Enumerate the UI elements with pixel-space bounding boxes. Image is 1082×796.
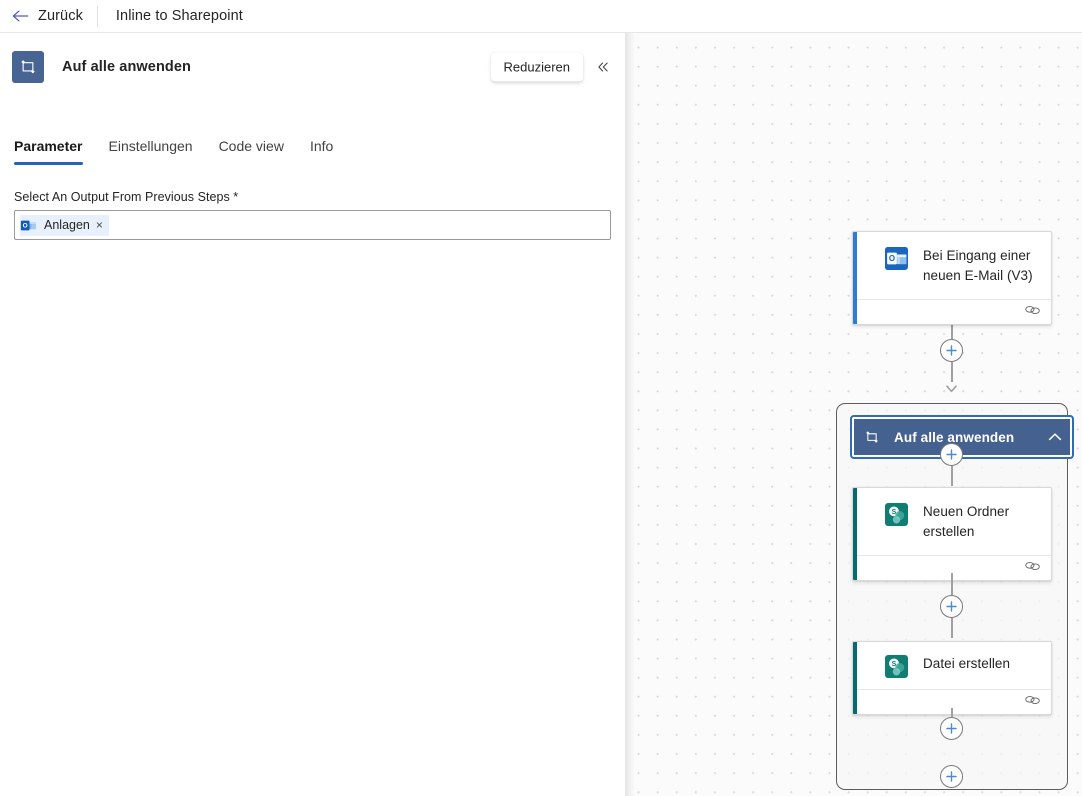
- node-footer: [853, 299, 1051, 324]
- sharepoint-icon: S: [884, 502, 908, 526]
- sharepoint-icon: S: [884, 654, 908, 678]
- tab-parameter[interactable]: Parameter: [14, 138, 96, 165]
- tab-code-view[interactable]: Code view: [206, 138, 297, 165]
- top-navigation-bar: Zurück Inline to Sharepoint: [0, 0, 1082, 33]
- outlook-icon: O: [20, 217, 37, 234]
- add-between-sharepoint-button[interactable]: [940, 595, 963, 618]
- add-after-trigger-button[interactable]: [940, 339, 963, 362]
- svg-text:O: O: [888, 254, 894, 263]
- connector-scope-to-folder-lower: [951, 466, 953, 486]
- add-inside-scope-top-button[interactable]: [940, 443, 963, 466]
- outlook-icon: O: [884, 246, 908, 270]
- arrow-down-icon-1: [946, 380, 957, 393]
- flow-title: Inline to Sharepoint: [115, 8, 243, 24]
- node-body: S Datei erstellen: [853, 642, 1051, 689]
- add-after-scope-button[interactable]: [940, 765, 963, 788]
- foreach-loop-icon: [864, 429, 880, 445]
- node-body: S Neuen Ordner erstellen: [853, 488, 1051, 555]
- connector-trigger-to-scope-lower: [951, 362, 953, 382]
- connector-file-to-bottom-plus: [951, 708, 953, 717]
- page-title: Auf alle anwenden: [62, 59, 191, 75]
- link-icon[interactable]: [1024, 303, 1041, 321]
- field-label-select-output: Select An Output From Previous Steps *: [14, 190, 239, 204]
- token-anlagen[interactable]: O Anlagen ×: [20, 214, 109, 236]
- svg-text:O: O: [23, 222, 28, 229]
- token-label: Anlagen: [44, 218, 90, 232]
- select-output-input[interactable]: O Anlagen ×: [14, 210, 611, 240]
- node-title: Bei Eingang einer neuen E-Mail (V3): [923, 248, 1033, 283]
- back-label: Zurück: [38, 8, 83, 24]
- panel-tabs: Parameter Einstellungen Code view Info: [0, 121, 625, 165]
- chevron-up-icon[interactable]: [1046, 428, 1064, 446]
- node-trigger-new-email[interactable]: O Bei Eingang einer neuen E-Mail (V3): [852, 231, 1052, 325]
- node-accent-bar: [853, 642, 857, 714]
- add-inside-scope-bottom-button[interactable]: [940, 717, 963, 740]
- node-title: Auf alle anwenden: [894, 429, 1015, 445]
- back-button[interactable]: Zurück: [0, 0, 97, 32]
- parameter-form: Select An Output From Previous Steps * O…: [0, 165, 625, 240]
- panel-header: Auf alle anwenden Reduzieren: [0, 33, 625, 101]
- connector-folder-to-file-upper: [951, 573, 953, 595]
- node-accent-bar: [853, 232, 857, 324]
- node-title: Datei erstellen: [923, 656, 1011, 671]
- tab-einstellungen[interactable]: Einstellungen: [96, 138, 206, 165]
- node-accent-bar: [853, 488, 857, 580]
- panel-header-actions: Reduzieren: [490, 52, 618, 82]
- node-body: O Bei Eingang einer neuen E-Mail (V3): [853, 232, 1051, 299]
- foreach-loop-icon: [12, 51, 44, 83]
- arrow-left-icon: [12, 9, 29, 23]
- node-neuen-ordner-erstellen[interactable]: S Neuen Ordner erstellen: [852, 487, 1052, 581]
- double-chevron-left-icon[interactable]: [589, 53, 617, 81]
- close-icon[interactable]: ×: [96, 219, 103, 231]
- tab-info[interactable]: Info: [297, 138, 346, 165]
- collapse-tooltip: Reduzieren: [490, 52, 583, 82]
- link-icon[interactable]: [1024, 693, 1041, 711]
- link-icon[interactable]: [1024, 559, 1041, 577]
- node-title: Neuen Ordner erstellen: [923, 504, 1010, 539]
- connector-folder-to-file-lower: [951, 618, 953, 638]
- node-datei-erstellen[interactable]: S Datei erstellen: [852, 641, 1052, 715]
- action-details-panel: Auf alle anwenden Reduzieren Parameter E…: [0, 33, 625, 796]
- workflow-canvas[interactable]: O Bei Eingang einer neuen E-Mail (V3) Au…: [625, 33, 1082, 796]
